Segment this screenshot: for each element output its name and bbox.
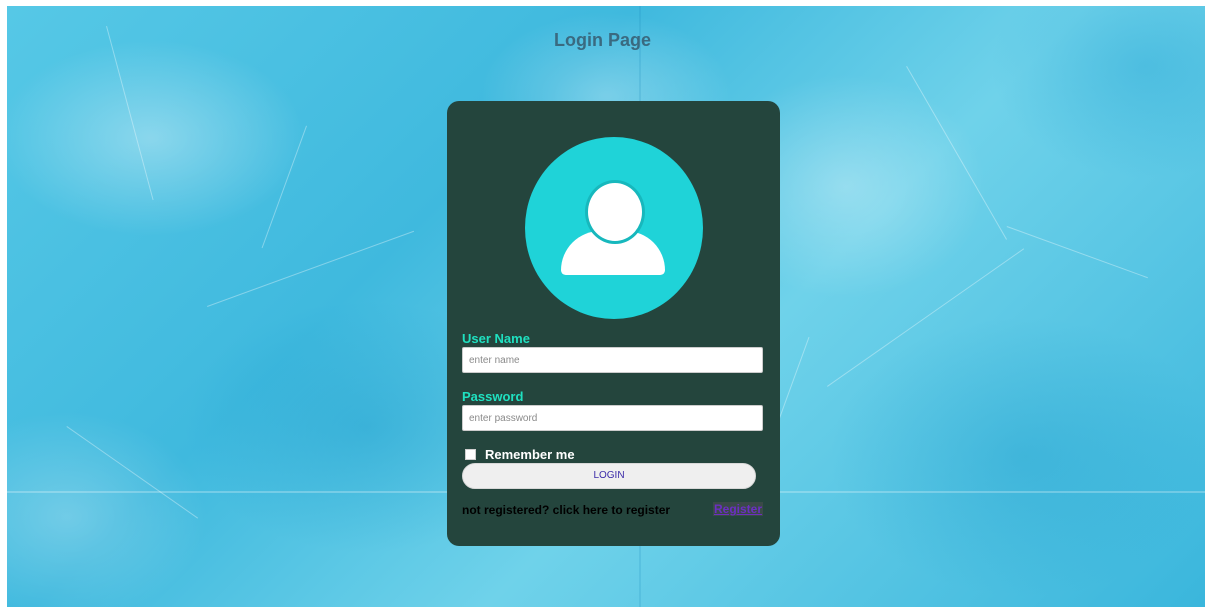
background-crack bbox=[261, 125, 307, 249]
remember-me-checkbox[interactable] bbox=[465, 449, 476, 460]
remember-me-row[interactable]: Remember me bbox=[465, 447, 575, 462]
password-input[interactable] bbox=[462, 405, 763, 431]
remember-me-label: Remember me bbox=[485, 447, 575, 462]
username-label: User Name bbox=[462, 331, 530, 346]
password-label: Password bbox=[462, 389, 524, 404]
background-crack bbox=[827, 248, 1025, 387]
avatar-head-shape bbox=[585, 180, 645, 244]
login-card: User Name Password Remember me LOGIN not… bbox=[447, 101, 780, 546]
username-input[interactable] bbox=[462, 347, 763, 373]
login-button[interactable]: LOGIN bbox=[462, 463, 756, 489]
user-avatar-icon bbox=[525, 137, 703, 319]
background-crack bbox=[207, 230, 415, 307]
register-link[interactable]: Register bbox=[713, 502, 764, 516]
background-crack bbox=[1006, 226, 1148, 279]
register-prompt: not registered? click here to register bbox=[462, 503, 671, 517]
background-crack bbox=[106, 26, 154, 201]
background-crack bbox=[66, 426, 199, 519]
background-crack bbox=[906, 66, 1007, 240]
page-title: Login Page bbox=[553, 30, 651, 50]
